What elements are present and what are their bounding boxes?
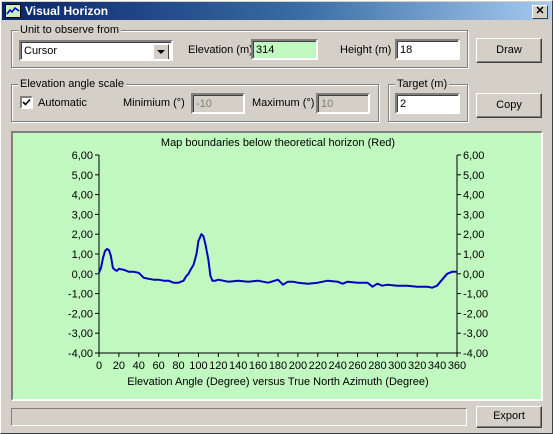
visual-horizon-window: Visual Horizon ✕ Unit to observe from Cu… bbox=[0, 0, 553, 434]
close-button[interactable]: ✕ bbox=[532, 5, 548, 19]
x-tick-label: 0 bbox=[96, 360, 102, 372]
close-icon: ✕ bbox=[535, 5, 545, 17]
y-tick-label-left: 4,00 bbox=[72, 190, 93, 202]
chart-title: Map boundaries below theoretical horizon… bbox=[161, 137, 395, 149]
y-tick-label-right: 6,00 bbox=[463, 150, 484, 162]
x-tick-label: 260 bbox=[348, 360, 366, 372]
y-tick-label-left: -1,00 bbox=[68, 289, 93, 301]
horizon-chart: Map boundaries below theoretical horizon… bbox=[68, 137, 488, 388]
x-tick-label: 320 bbox=[408, 360, 426, 372]
x-tick-label: 60 bbox=[153, 360, 165, 372]
y-tick-label-right: -4,00 bbox=[463, 348, 488, 360]
x-tick-label: 360 bbox=[448, 360, 466, 372]
x-tick-label: 40 bbox=[133, 360, 145, 372]
export-button[interactable]: Export bbox=[476, 406, 542, 428]
chart-icon bbox=[5, 4, 21, 18]
observe-group-legend: Unit to observe from bbox=[18, 23, 122, 37]
elevation-label: Elevation (m) bbox=[188, 44, 253, 56]
y-tick-label-left: 6,00 bbox=[72, 150, 93, 162]
target-group-legend: Target (m) bbox=[395, 77, 450, 91]
y-tick-label-left: -4,00 bbox=[68, 348, 93, 360]
x-tick-label: 140 bbox=[229, 360, 247, 372]
y-tick-label-left: -3,00 bbox=[68, 328, 93, 340]
y-tick-label-right: 3,00 bbox=[463, 209, 484, 221]
height-label: Height (m) bbox=[340, 44, 392, 56]
y-tick-label-right: 0,00 bbox=[463, 269, 484, 281]
x-tick-label: 20 bbox=[113, 360, 125, 372]
x-tick-label: 340 bbox=[428, 360, 446, 372]
y-tick-label-left: 3,00 bbox=[72, 209, 93, 221]
y-tick-label-right: 1,00 bbox=[463, 249, 484, 261]
y-tick-label-right: -3,00 bbox=[463, 328, 488, 340]
minimum-label: Minimium (°) bbox=[123, 97, 185, 109]
unit-combobox[interactable]: Cursor bbox=[19, 40, 173, 61]
x-tick-label: 240 bbox=[328, 360, 346, 372]
combobox-dropdown-button[interactable] bbox=[153, 44, 169, 59]
target-input[interactable]: 2 bbox=[395, 93, 460, 114]
y-tick-label-right: 2,00 bbox=[463, 229, 484, 241]
automatic-label[interactable]: Automatic bbox=[38, 96, 87, 110]
automatic-checkbox[interactable] bbox=[20, 96, 33, 109]
y-tick-label-left: -2,00 bbox=[68, 308, 93, 320]
maximum-label: Maximum (°) bbox=[252, 97, 315, 109]
chart-panel: Map boundaries below theoretical horizon… bbox=[11, 131, 543, 401]
y-tick-label-left: 0,00 bbox=[72, 269, 93, 281]
scale-group-legend: Elevation angle scale bbox=[18, 77, 126, 91]
copy-button[interactable]: Copy bbox=[476, 93, 542, 118]
x-tick-label: 80 bbox=[172, 360, 184, 372]
x-tick-label: 280 bbox=[368, 360, 386, 372]
x-tick-label: 160 bbox=[249, 360, 267, 372]
title-bar[interactable]: Visual Horizon ✕ bbox=[2, 2, 551, 20]
x-tick-label: 120 bbox=[209, 360, 227, 372]
x-tick-label: 220 bbox=[309, 360, 327, 372]
checkmark-icon bbox=[22, 98, 31, 106]
horizon-line bbox=[98, 233, 457, 289]
chevron-down-icon bbox=[157, 50, 165, 54]
y-tick-label-left: 2,00 bbox=[72, 229, 93, 241]
y-tick-label-left: 5,00 bbox=[72, 170, 93, 182]
x-tick-label: 200 bbox=[289, 360, 307, 372]
x-tick-label: 100 bbox=[189, 360, 207, 372]
y-tick-label-right: -1,00 bbox=[463, 289, 488, 301]
elevation-field: 314 bbox=[251, 39, 318, 60]
x-tick-label: 180 bbox=[269, 360, 287, 372]
x-axis-label: Elevation Angle (Degree) versus True Nor… bbox=[127, 376, 428, 388]
window-title: Visual Horizon bbox=[25, 4, 109, 18]
y-tick-label-right: -2,00 bbox=[463, 308, 488, 320]
status-bar bbox=[11, 408, 467, 426]
draw-button[interactable]: Draw bbox=[476, 38, 542, 63]
maximum-input[interactable]: 10 bbox=[316, 93, 370, 114]
x-tick-label: 300 bbox=[388, 360, 406, 372]
y-tick-label-right: 4,00 bbox=[463, 190, 484, 202]
unit-combobox-value: Cursor bbox=[24, 45, 58, 57]
y-tick-label-left: 1,00 bbox=[72, 249, 93, 261]
minimum-input[interactable]: -10 bbox=[191, 93, 245, 114]
y-tick-label-right: 5,00 bbox=[463, 170, 484, 182]
height-input[interactable]: 18 bbox=[395, 39, 460, 60]
